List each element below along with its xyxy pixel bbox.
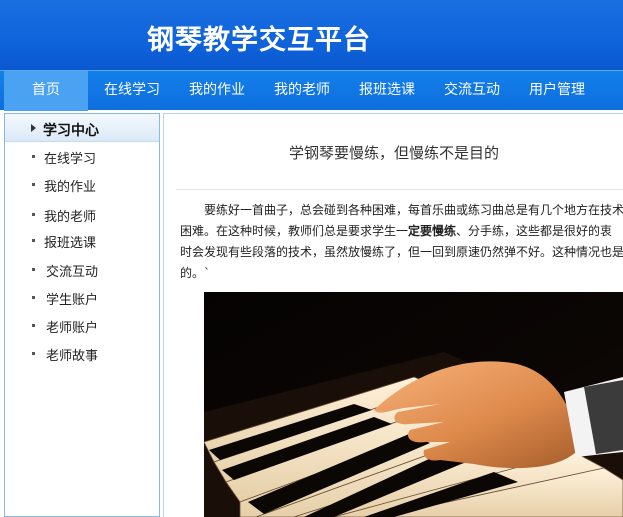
nav-course-enrollment[interactable]: 报班选课 bbox=[345, 71, 429, 111]
nav-online-learning[interactable]: 在线学习 bbox=[90, 71, 174, 111]
triangle-right-icon bbox=[31, 124, 36, 132]
sidebar-item-label: 交流互动 bbox=[46, 265, 99, 280]
bullet-icon bbox=[32, 155, 35, 158]
article-title: 学钢琴要慢练，但慢练不是目的 bbox=[288, 144, 499, 162]
sidebar-item-label: 我的作业 bbox=[44, 180, 97, 195]
sidebar-item-label: 在线学习 bbox=[44, 152, 97, 167]
sidebar-item-course-enrollment[interactable]: 报班选课 bbox=[5, 229, 159, 253]
nav-interaction[interactable]: 交流互动 bbox=[430, 71, 514, 111]
site-title: 钢琴教学交互平台 bbox=[147, 25, 371, 56]
sidebar-item-label: 学生账户 bbox=[46, 293, 99, 308]
sidebar-item-label: 老师账户 bbox=[46, 321, 99, 336]
article-paragraph: 要练好一首曲子，总会碰到各种困难，每首乐曲或练习曲总是有几个地方在技术 困难。在… bbox=[180, 200, 623, 284]
main-nav: 首页 在线学习 我的作业 我的老师 报班选课 交流互动 用户管理 bbox=[0, 70, 623, 111]
paragraph-line: 困难。在这种时候，教师们总是要求学生一定要慢练、分手练，这些都是很好的衷 bbox=[180, 221, 623, 242]
sidebar-item-teacher-stories[interactable]: 老师故事 bbox=[5, 342, 159, 366]
sidebar-item-interaction[interactable]: 交流互动 bbox=[5, 258, 159, 282]
bullet-icon bbox=[32, 352, 35, 355]
divider bbox=[176, 189, 623, 190]
bullet-icon bbox=[32, 213, 35, 216]
paragraph-line: 时会发现有些段落的技术，虽然放慢练了，但一回到原速仍然弹不好。这种情况也是 bbox=[180, 245, 623, 259]
sidebar-item-label: 我的老师 bbox=[44, 210, 97, 225]
paragraph-emphasis: 定要慢练 bbox=[408, 224, 457, 238]
sidebar-item-my-homework[interactable]: 我的作业 bbox=[5, 173, 159, 197]
nav-my-teacher[interactable]: 我的老师 bbox=[260, 71, 344, 111]
paragraph-line: 的。` bbox=[180, 266, 211, 280]
bullet-icon bbox=[32, 239, 35, 242]
sidebar-item-online-learning[interactable]: 在线学习 bbox=[5, 145, 159, 169]
sidebar-item-teacher-account[interactable]: 老师账户 bbox=[5, 314, 159, 338]
sidebar: 学习中心 在线学习 我的作业 我的老师 报班选课 交流互动 学生账户 老师账户 … bbox=[4, 113, 160, 517]
piano-hands-photo bbox=[204, 292, 623, 517]
sidebar-item-label: 老师故事 bbox=[46, 349, 99, 364]
site-header: 钢琴教学交互平台 bbox=[0, 0, 623, 70]
bullet-icon bbox=[32, 183, 35, 186]
sidebar-header: 学习中心 bbox=[5, 114, 159, 142]
sidebar-item-label: 报班选课 bbox=[44, 236, 97, 251]
bullet-icon bbox=[32, 324, 35, 327]
bullet-icon bbox=[32, 296, 35, 299]
bullet-icon bbox=[32, 268, 35, 271]
sidebar-heading: 学习中心 bbox=[43, 123, 99, 139]
paragraph-line: 要练好一首曲子，总会碰到各种困难，每首乐曲或练习曲总是有几个地方在技术 bbox=[204, 203, 623, 217]
sidebar-item-my-teacher[interactable]: 我的老师 bbox=[5, 203, 159, 227]
sidebar-item-student-account[interactable]: 学生账户 bbox=[5, 286, 159, 310]
nav-user-management[interactable]: 用户管理 bbox=[515, 71, 599, 111]
paragraph-text: 困难。在这种时候，教师们总是要求学生一 bbox=[180, 224, 409, 238]
nav-home[interactable]: 首页 bbox=[4, 71, 88, 111]
paragraph-text: 、分手练，这些都是很好的衷 bbox=[456, 224, 613, 238]
nav-my-homework[interactable]: 我的作业 bbox=[175, 71, 259, 111]
